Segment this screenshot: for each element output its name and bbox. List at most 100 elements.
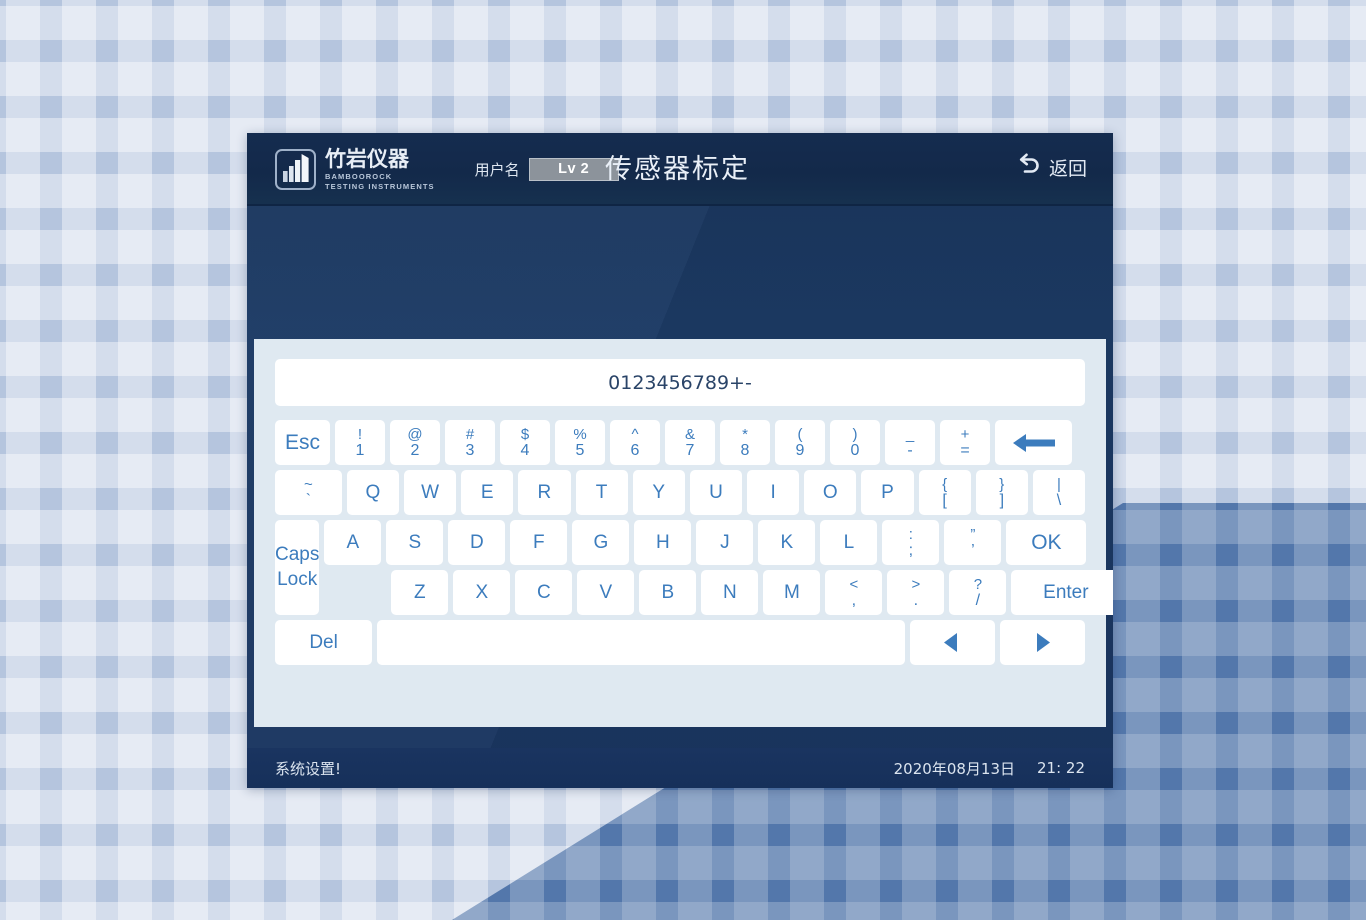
key-m[interactable]: M <box>763 570 821 615</box>
desktop-background: 竹岩仪器 BAMBOOROCK TESTING INSTRUMENTS 用户名 … <box>0 0 1366 920</box>
key-i[interactable]: I <box>747 470 800 515</box>
key-1[interactable]: ! 1 <box>335 420 385 465</box>
key-8-shift: * <box>742 426 748 443</box>
key-3[interactable]: # 3 <box>445 420 495 465</box>
key-v[interactable]: V <box>577 570 635 615</box>
back-button-label: 返回 <box>1048 157 1087 180</box>
key-backquote[interactable]: ~ ` <box>275 470 342 515</box>
key-quote[interactable]: ” ’ <box>944 520 1002 565</box>
key-u[interactable]: U <box>689 470 743 515</box>
key-esc[interactable]: Esc <box>275 420 330 465</box>
keyboard-row-3: A S D F G H J K L : ; ” ’ OK <box>324 520 1113 565</box>
backspace-arrow-icon <box>1012 433 1055 453</box>
key-bracket-right[interactable]: } ] <box>975 470 1028 515</box>
key-l[interactable]: L <box>820 520 878 565</box>
key-k[interactable]: K <box>758 520 816 565</box>
key-0[interactable]: ) 0 <box>830 420 880 465</box>
key-5[interactable]: % 5 <box>555 420 605 465</box>
key-4-shift: $ <box>520 426 530 443</box>
key-2[interactable]: @ 2 <box>390 420 440 465</box>
key-slash[interactable]: ? / <box>949 570 1007 615</box>
key-9[interactable]: ( 9 <box>775 420 825 465</box>
keyboard-middle-block: Caps Lock A S D F G H J K L: ; ” ’ OK Z… <box>275 520 1113 615</box>
key-bracket-right-base: ] <box>999 492 1005 509</box>
key-comma-base: , <box>851 592 857 609</box>
key-semicolon[interactable]: : ; <box>882 520 940 565</box>
key-3-shift: # <box>465 426 475 443</box>
row4-spacer <box>324 570 386 615</box>
key-4[interactable]: $ 4 <box>500 420 550 465</box>
user-info: 用户名 Lv 2 <box>475 158 619 181</box>
app-header: 竹岩仪器 BAMBOOROCK TESTING INSTRUMENTS 用户名 … <box>247 133 1113 206</box>
key-5-shift: % <box>573 426 587 443</box>
key-8[interactable]: * 8 <box>720 420 770 465</box>
keyboard-row-5: Del <box>275 620 1085 665</box>
keyboard-row-2: ~ ` Q W E R T Y U I O P { [}] | \ <box>275 470 1086 515</box>
key-s[interactable]: S <box>386 520 444 565</box>
key-period[interactable]: > . <box>887 570 945 615</box>
key-7-shift: & <box>684 426 695 443</box>
key-quote-shift: ” <box>970 526 976 543</box>
key-enter[interactable]: Enter <box>1011 570 1113 615</box>
key-equal[interactable]: + = <box>940 420 990 465</box>
key-z[interactable]: Z <box>391 570 449 615</box>
key-y[interactable]: Y <box>632 470 685 515</box>
key-6-base: 6 <box>630 442 640 459</box>
key-5-base: 5 <box>575 442 585 459</box>
key-1-base: 1 <box>355 442 365 459</box>
key-backspace[interactable] <box>995 420 1072 465</box>
key-d[interactable]: D <box>448 520 506 565</box>
key-minus[interactable]: _ - <box>885 420 935 465</box>
app-body: 0123456789+- Esc ! 1 @ 2 # 3 $ 4 % 5 ^ 6… <box>247 206 1113 788</box>
key-f[interactable]: F <box>510 520 568 565</box>
key-g[interactable]: G <box>572 520 630 565</box>
virtual-keyboard-panel: 0123456789+- Esc ! 1 @ 2 # 3 $ 4 % 5 ^ 6… <box>254 339 1113 727</box>
key-quote-base: ’ <box>971 542 975 559</box>
key-1-shift: ! <box>357 426 363 443</box>
back-button[interactable]: 返回 <box>1016 153 1087 181</box>
key-b[interactable]: B <box>639 570 697 615</box>
key-slash-shift: ? <box>973 576 983 593</box>
key-6-shift: ^ <box>631 426 639 443</box>
key-e[interactable]: E <box>461 470 514 515</box>
user-label: 用户名 <box>474 161 520 179</box>
key-caps-lock[interactable]: Caps Lock <box>275 520 320 615</box>
key-equal-base: = <box>960 442 970 459</box>
key-9-shift: ( <box>797 426 803 443</box>
key-7-base: 7 <box>685 442 695 459</box>
key-2-base: 2 <box>410 442 420 459</box>
key-ok[interactable]: OK <box>1006 520 1087 565</box>
key-bracket-left[interactable]: { [ <box>918 470 971 515</box>
status-time: 21: 22 <box>1037 759 1085 777</box>
key-backslash[interactable]: | \ <box>1032 470 1086 515</box>
key-h[interactable]: H <box>634 520 692 565</box>
key-j[interactable]: J <box>696 520 754 565</box>
key-w[interactable]: W <box>403 470 457 515</box>
key-arrow-left[interactable] <box>909 620 995 665</box>
key-arrow-right[interactable] <box>999 620 1085 665</box>
brand-name-en-line1: BAMBOOROCK <box>325 171 393 181</box>
key-9-base: 9 <box>795 442 805 459</box>
key-4-base: 4 <box>520 442 530 459</box>
key-t[interactable]: T <box>575 470 628 515</box>
key-o[interactable]: O <box>804 470 857 515</box>
key-del[interactable]: Del <box>275 620 373 665</box>
key-x[interactable]: X <box>453 570 511 615</box>
key-q[interactable]: Q <box>346 470 399 515</box>
key-6[interactable]: ^ 6 <box>610 420 660 465</box>
key-8-base: 8 <box>740 442 750 459</box>
keyboard-row-1: Esc ! 1 @ 2 # 3 $ 4 % 5 ^ 6 & 7 * 8 (9 … <box>275 420 1085 465</box>
key-backslash-shift: | <box>1057 476 1061 493</box>
text-input-field[interactable]: 0123456789+- <box>275 359 1085 406</box>
key-a[interactable]: A <box>324 520 382 565</box>
key-c[interactable]: C <box>515 570 573 615</box>
key-r[interactable]: R <box>518 470 571 515</box>
key-comma[interactable]: < , <box>825 570 883 615</box>
key-semicolon-shift: : <box>908 526 913 543</box>
key-p[interactable]: P <box>861 470 914 515</box>
key-7[interactable]: & 7 <box>665 420 715 465</box>
status-date: 2020年08月13日 <box>893 759 1015 778</box>
key-3-base: 3 <box>465 442 475 459</box>
key-space[interactable] <box>377 620 905 665</box>
key-n[interactable]: N <box>701 570 759 615</box>
